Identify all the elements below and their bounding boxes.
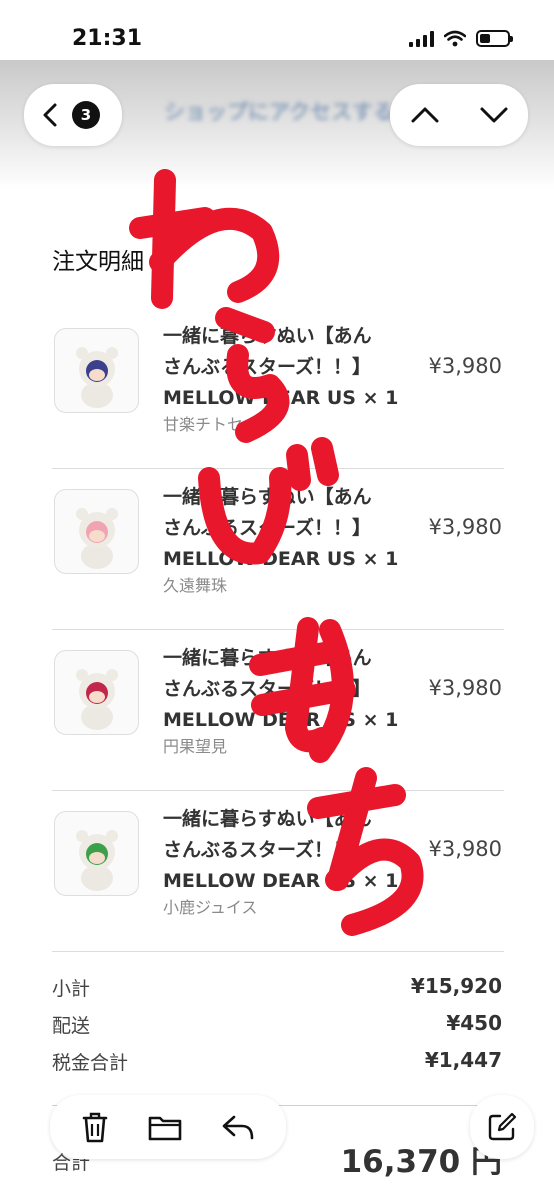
item-price: ¥3,980 <box>428 837 502 861</box>
wifi-icon <box>444 30 466 47</box>
trash-icon[interactable] <box>80 1110 110 1144</box>
shipping-label: 配送 <box>52 1015 91 1037</box>
compose-icon <box>488 1112 517 1141</box>
item-variant: 甘楽チトセ <box>163 415 244 434</box>
item-variant: 久遠舞珠 <box>163 576 228 595</box>
status-icons <box>409 30 513 47</box>
bottom-toolbar <box>50 1095 286 1159</box>
order-item: 一緒に暮らすぬい【あん さんぶるスターズ！！】 MELLOW DEAR US ×… <box>52 308 504 469</box>
subtotal-value: ¥15,920 <box>410 974 502 998</box>
item-name: 一緒に暮らすぬい【あん さんぶるスターズ！！】 MELLOW DEAR US ×… <box>163 647 399 731</box>
item-price: ¥3,980 <box>428 354 502 378</box>
tax-value: ¥1,447 <box>424 1048 502 1072</box>
battery-icon <box>476 30 513 47</box>
order-item: 一緒に暮らすぬい【あん さんぶるスターズ！！】 MELLOW DEAR US ×… <box>52 791 504 952</box>
item-name: 一緒に暮らすぬい【あん さんぶるスターズ！！】 MELLOW DEAR US ×… <box>163 325 399 409</box>
order-details-title: 注文明細 <box>52 249 144 275</box>
folder-icon[interactable] <box>147 1112 183 1142</box>
toolbar-title: ショップにアクセスする <box>164 100 394 124</box>
product-thumbnail[interactable] <box>54 811 139 896</box>
compose-button[interactable] <box>470 1095 534 1159</box>
plush-image <box>76 347 118 408</box>
chevron-left-icon <box>43 103 57 127</box>
tax-label: 税金合計 <box>52 1052 129 1074</box>
message-navigation <box>390 84 528 146</box>
tax-row: 税金合計 ¥1,447 <box>52 1048 502 1078</box>
cellular-signal-icon <box>409 30 434 47</box>
plush-image <box>76 669 118 730</box>
order-item: 一緒に暮らすぬい【あん さんぶるスターズ！！】 MELLOW DEAR US ×… <box>52 469 504 630</box>
item-price: ¥3,980 <box>428 676 502 700</box>
reply-icon[interactable] <box>220 1112 256 1142</box>
shipping-row: 配送 ¥450 <box>52 1011 502 1041</box>
chevron-down-icon[interactable] <box>479 105 509 125</box>
order-item: 一緒に暮らすぬい【あん さんぶるスターズ！！】 MELLOW DEAR US ×… <box>52 630 504 791</box>
unread-count-badge: 3 <box>72 101 100 129</box>
plush-image <box>76 508 118 569</box>
subtotal-label: 小計 <box>52 978 91 1000</box>
item-name: 一緒に暮らすぬい【あん さんぶるスターズ！！】 MELLOW DEAR US ×… <box>163 808 399 892</box>
item-variant: 小鹿ジュイス <box>163 898 258 917</box>
product-thumbnail[interactable] <box>54 489 139 574</box>
plush-image <box>76 830 118 891</box>
back-button[interactable]: 3 <box>24 84 122 146</box>
product-thumbnail[interactable] <box>54 650 139 735</box>
shipping-value: ¥450 <box>446 1011 502 1035</box>
status-time: 21:31 <box>72 26 143 51</box>
item-name: 一緒に暮らすぬい【あん さんぶるスターズ！！】 MELLOW DEAR US ×… <box>163 486 399 570</box>
product-thumbnail[interactable] <box>54 328 139 413</box>
item-price: ¥3,980 <box>428 515 502 539</box>
item-variant: 円果望見 <box>163 737 228 756</box>
subtotal-row: 小計 ¥15,920 <box>52 974 502 1004</box>
chevron-up-icon[interactable] <box>410 105 440 125</box>
